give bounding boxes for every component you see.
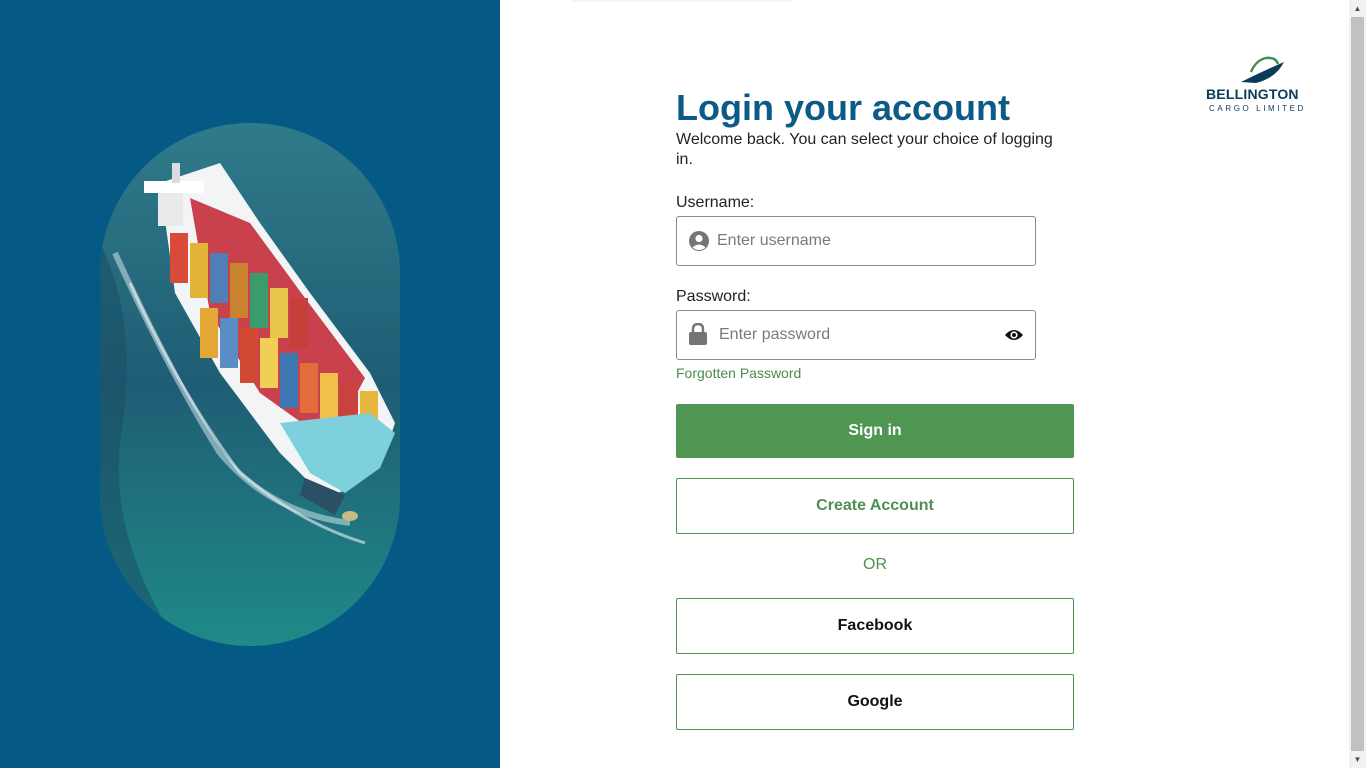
user-circle-icon: [689, 231, 709, 251]
or-divider: OR: [863, 556, 887, 573]
top-shadow: [572, 0, 792, 3]
sign-in-button[interactable]: Sign in: [676, 404, 1074, 458]
password-field[interactable]: [676, 310, 1036, 360]
username-label: Username:: [676, 194, 755, 211]
scroll-thumb[interactable]: [1351, 17, 1364, 751]
scroll-down-arrow-icon[interactable]: ▼: [1349, 751, 1366, 768]
password-label: Password:: [676, 288, 751, 305]
page-subtitle: Welcome back. You can select your choice…: [676, 131, 1053, 168]
company-tagline: CARGO LIMITED: [1209, 104, 1306, 113]
scroll-up-arrow-icon[interactable]: ▲: [1349, 0, 1366, 17]
cargo-ship-image: [100, 123, 400, 646]
username-field[interactable]: [676, 216, 1036, 266]
forgot-password-link[interactable]: Forgotten Password: [676, 365, 801, 381]
login-panel: BELLINGTON CARGO LIMITED Login your acco…: [500, 0, 1349, 768]
google-button[interactable]: Google: [676, 674, 1074, 730]
password-input[interactable]: [719, 311, 999, 359]
hero-panel: [0, 0, 500, 768]
scrollbar[interactable]: ▲ ▼: [1349, 0, 1366, 768]
company-name: BELLINGTON: [1206, 86, 1299, 102]
create-account-button[interactable]: Create Account: [676, 478, 1074, 534]
page-title: Login your account: [676, 87, 1011, 128]
lock-icon: [689, 323, 707, 345]
username-input[interactable]: [717, 217, 997, 265]
facebook-button[interactable]: Facebook: [676, 598, 1074, 654]
login-form: Login your account Welcome back. You can…: [676, 86, 1074, 730]
company-logo: BELLINGTON CARGO LIMITED: [1206, 52, 1306, 116]
eye-icon[interactable]: [1004, 327, 1024, 343]
